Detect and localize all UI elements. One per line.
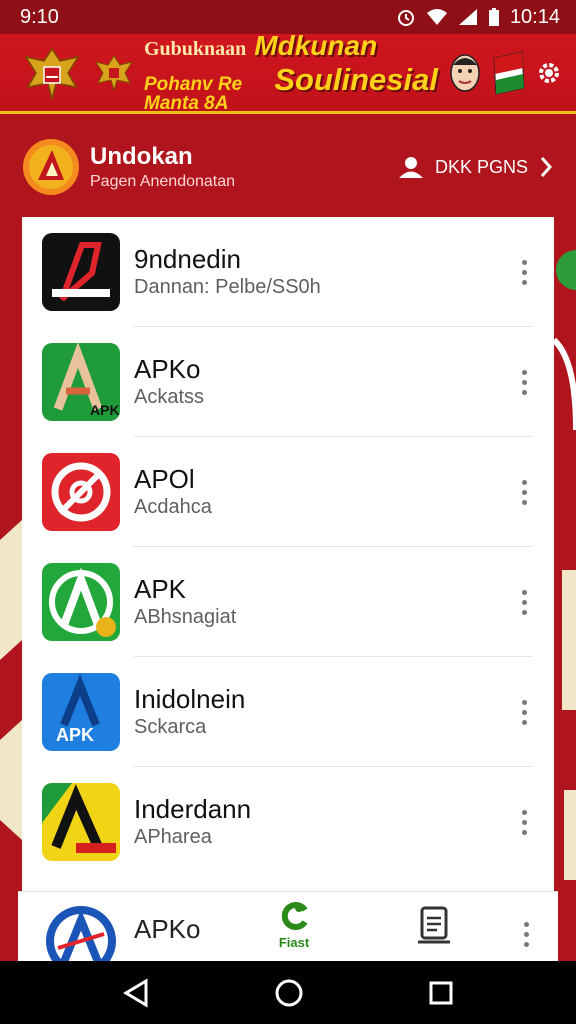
green-circle-a-logo-icon [42, 563, 120, 641]
dark-a-logo-icon [42, 233, 120, 311]
app-title: Inderdann [134, 793, 252, 824]
svg-text:APK: APK [90, 402, 120, 418]
banner-headline: Gubuknaan Mdkunan Pohanv Re Manta 8A Sou… [144, 30, 438, 114]
back-icon[interactable] [122, 977, 150, 1008]
list-item[interactable]: Inderdann APharea [22, 767, 554, 877]
app-subtitle: Acdahca [134, 496, 212, 519]
header-subtitle: Pagen Anendonatan [90, 173, 236, 190]
more-options-icon[interactable] [514, 479, 534, 505]
more-options-icon[interactable] [516, 922, 536, 947]
home-icon[interactable] [274, 978, 304, 1008]
garuda-emblem-icon [24, 47, 80, 99]
yellow-green-a-logo-icon [42, 783, 120, 861]
status-bar: 9:10 10:14 [0, 0, 576, 34]
app-subtitle: Dannan: Pelbe/SS0h [134, 276, 321, 299]
list-item[interactable]: APK APKo Ackatss [22, 327, 554, 437]
app-title: APOl [134, 463, 195, 494]
more-options-icon[interactable] [514, 259, 534, 285]
more-options-icon[interactable] [514, 809, 534, 835]
recents-icon[interactable] [428, 980, 454, 1006]
alarm-icon [397, 10, 414, 26]
app-logo-icon[interactable] [22, 138, 80, 196]
status-icons: 10:14 [396, 6, 560, 29]
chevron-right-icon [540, 157, 553, 177]
garuda-emblem-small-icon [94, 54, 134, 92]
left-decoration [0, 520, 22, 840]
app-list: 9ndnedin Dannan: Pelbe/SS0h APK APKo Ack… [22, 217, 554, 905]
system-nav-bar [0, 961, 576, 1024]
document-tab-icon[interactable] [416, 906, 452, 946]
home-tab-label: Fiast [278, 935, 310, 950]
blue-seal-logo-icon [46, 906, 116, 961]
banner-line2-small: Pohanv Re Manta 8A [144, 74, 243, 114]
list-item[interactable]: APK ABhsnagiat [22, 547, 554, 657]
wifi-icon [426, 9, 447, 25]
banner-line2-big: Soulinesial [274, 62, 438, 97]
app-subtitle: Ackatss [134, 386, 205, 409]
app-title: Inidolnein [134, 683, 246, 714]
red-target-logo-icon [42, 453, 120, 531]
blue-apk-logo-icon: APK [42, 673, 120, 751]
status-right-time: 10:14 [509, 5, 560, 28]
app-subtitle: APharea [134, 826, 212, 849]
battery-icon [488, 8, 499, 26]
points-label: DKK PGNS [434, 156, 528, 177]
person-face-icon [450, 53, 480, 92]
settings-gear-icon[interactable] [536, 60, 562, 86]
banner-line1-big: Mdkunan [254, 30, 378, 61]
partial-app-title: APKo [134, 914, 201, 944]
list-item[interactable]: APK Inidolnein Sckarca [22, 657, 554, 767]
user-points-icon [398, 157, 423, 178]
svg-text:APK: APK [56, 725, 94, 745]
more-options-icon[interactable] [514, 589, 534, 615]
list-item[interactable]: APOl Acdahca [22, 437, 554, 547]
status-time: 9:10 [20, 5, 59, 28]
home-tab-icon [281, 902, 308, 930]
tab-home[interactable]: Fiast [264, 900, 324, 950]
list-item[interactable]: 9ndnedin Dannan: Pelbe/SS0h [22, 217, 554, 327]
more-options-icon[interactable] [514, 699, 534, 725]
app-subtitle: Sckarca [134, 716, 207, 739]
more-options-icon[interactable] [514, 369, 534, 395]
header-title: Undokan [90, 143, 193, 170]
signal-icon [458, 9, 477, 25]
app-subtitle: ABhsnagiat [134, 606, 237, 629]
flag-icon [493, 50, 525, 95]
app-title: APKo [134, 353, 201, 384]
app-header: Undokan Pagen Anendonatan DKK PGNS [0, 117, 576, 217]
bottom-tab-bar: APKo Fiast [18, 891, 558, 961]
banner-line1-small: Gubuknaan [144, 38, 247, 60]
app-title: 9ndnedin [134, 243, 241, 274]
points-button[interactable]: DKK PGNS [397, 155, 554, 179]
promo-banner[interactable]: Gubuknaan Mdkunan Pohanv Re Manta 8A Sou… [0, 30, 576, 114]
app-title: APK [134, 573, 187, 604]
right-decoration [554, 250, 576, 880]
green-a-logo-icon: APK [42, 343, 120, 421]
